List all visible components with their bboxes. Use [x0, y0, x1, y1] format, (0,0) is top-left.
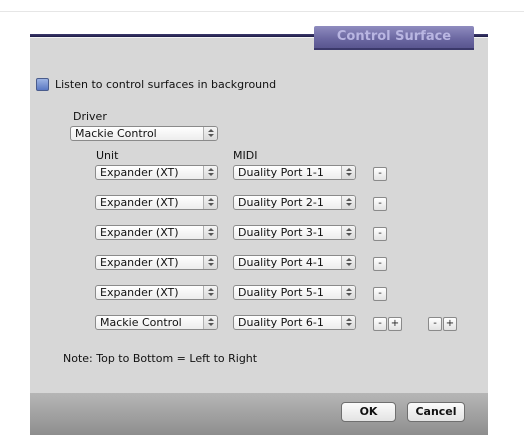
remove-row-1-button[interactable]: - [373, 167, 387, 181]
ok-button[interactable]: OK [341, 402, 396, 422]
unit-select-6[interactable]: Mackie Control [95, 315, 218, 330]
midi-select-6-value: Duality Port 6-1 [238, 316, 324, 329]
chevron-updown-icon [203, 127, 217, 140]
remove-row-3-button[interactable]: - [373, 227, 387, 241]
chevron-updown-icon [341, 196, 355, 209]
unit-select-6-value: Mackie Control [100, 316, 182, 329]
add-unit-button[interactable]: + [443, 317, 457, 331]
midi-select-1-value: Duality Port 1-1 [238, 166, 324, 179]
chevron-updown-icon [203, 226, 217, 239]
midi-column-header: MIDI [233, 149, 258, 162]
chevron-updown-icon [203, 286, 217, 299]
listen-in-background-option[interactable]: Listen to control surfaces in background [36, 78, 276, 91]
midi-select-4[interactable]: Duality Port 4-1 [233, 255, 356, 270]
midi-select-2-value: Duality Port 2-1 [238, 196, 324, 209]
unit-select-3-value: Expander (XT) [100, 226, 179, 239]
cancel-button[interactable]: Cancel [407, 402, 465, 422]
unit-select-5[interactable]: Expander (XT) [95, 285, 218, 300]
midi-select-2[interactable]: Duality Port 2-1 [233, 195, 356, 210]
add-row-6-button[interactable]: + [388, 317, 402, 331]
top-divider [0, 11, 524, 12]
driver-select-value: Mackie Control [75, 127, 157, 140]
unit-select-5-value: Expander (XT) [100, 286, 179, 299]
listen-in-background-label: Listen to control surfaces in background [55, 78, 277, 91]
driver-select[interactable]: Mackie Control [70, 126, 218, 141]
unit-select-1[interactable]: Expander (XT) [95, 165, 218, 180]
chevron-updown-icon [341, 256, 355, 269]
midi-select-3[interactable]: Duality Port 3-1 [233, 225, 356, 240]
chevron-updown-icon [341, 316, 355, 329]
title-tab: Control Surface [314, 26, 474, 50]
unit-select-2[interactable]: Expander (XT) [95, 195, 218, 210]
dialog-titlebar: Control Surface [30, 26, 488, 50]
chevron-updown-icon [203, 196, 217, 209]
remove-row-5-button[interactable]: - [373, 287, 387, 301]
midi-select-1[interactable]: Duality Port 1-1 [233, 165, 356, 180]
remove-unit-button[interactable]: - [428, 317, 442, 331]
chevron-updown-icon [203, 256, 217, 269]
driver-label: Driver [73, 110, 107, 123]
listen-in-background-checkbox[interactable] [36, 78, 49, 91]
midi-select-4-value: Duality Port 4-1 [238, 256, 324, 269]
remove-row-2-button[interactable]: - [373, 197, 387, 211]
remove-row-6-button[interactable]: - [373, 317, 387, 331]
unit-select-4-value: Expander (XT) [100, 256, 179, 269]
midi-select-5[interactable]: Duality Port 5-1 [233, 285, 356, 300]
midi-select-3-value: Duality Port 3-1 [238, 226, 324, 239]
unit-select-2-value: Expander (XT) [100, 196, 179, 209]
dialog-title: Control Surface [336, 29, 452, 44]
chevron-updown-icon [341, 226, 355, 239]
chevron-updown-icon [341, 166, 355, 179]
remove-row-4-button[interactable]: - [373, 257, 387, 271]
midi-select-5-value: Duality Port 5-1 [238, 286, 324, 299]
chevron-updown-icon [203, 316, 217, 329]
unit-select-4[interactable]: Expander (XT) [95, 255, 218, 270]
chevron-updown-icon [203, 166, 217, 179]
unit-column-header: Unit [96, 149, 119, 162]
unit-select-1-value: Expander (XT) [100, 166, 179, 179]
note-text: Note: Top to Bottom = Left to Right [63, 352, 258, 365]
midi-select-6[interactable]: Duality Port 6-1 [233, 315, 356, 330]
unit-select-3[interactable]: Expander (XT) [95, 225, 218, 240]
chevron-updown-icon [341, 286, 355, 299]
